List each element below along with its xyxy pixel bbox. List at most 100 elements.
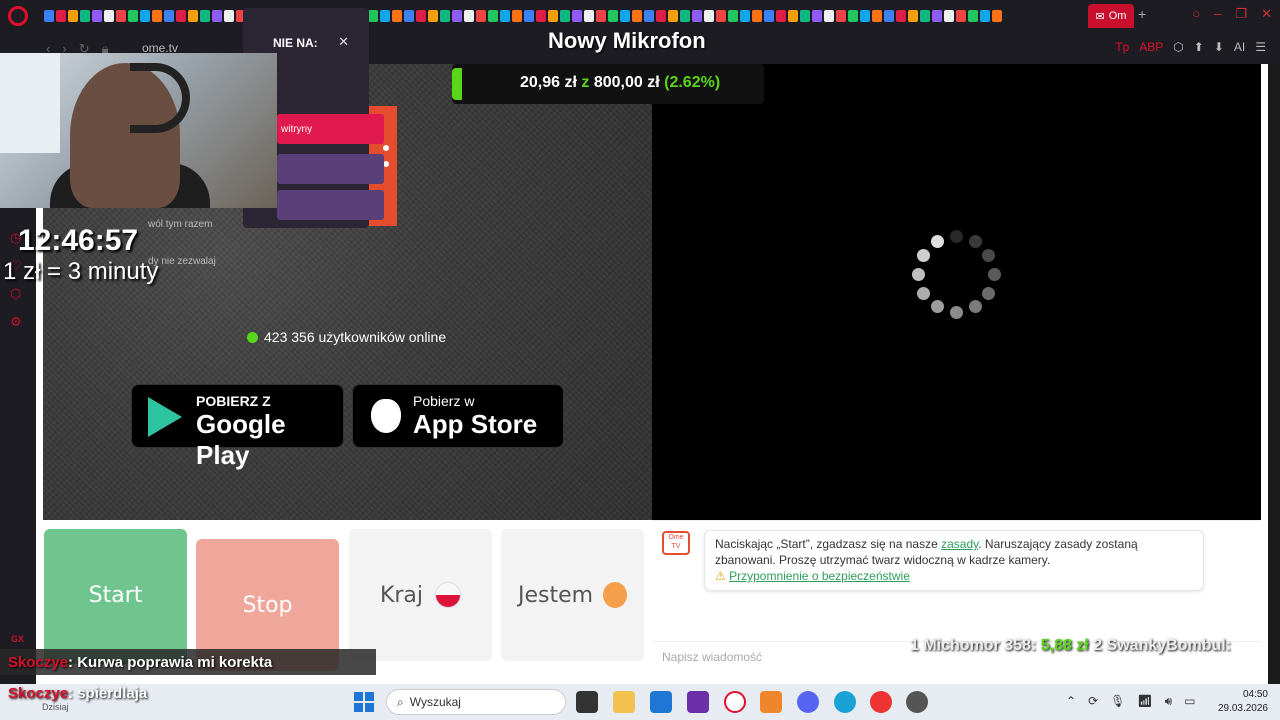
pinned-tab-icon[interactable] xyxy=(116,10,126,22)
extensions-icon[interactable]: ⬡ xyxy=(1173,40,1183,54)
pinned-tab-icon[interactable] xyxy=(560,10,570,22)
pinned-tab-icon[interactable] xyxy=(980,10,990,22)
app-store-button[interactable]: Pobierz w App Store xyxy=(352,384,564,448)
pinned-tab-icon[interactable] xyxy=(620,10,630,22)
search-tabs-icon[interactable]: ○ xyxy=(1192,6,1200,22)
pinned-tab-icon[interactable] xyxy=(212,10,222,22)
pinned-tab-icon[interactable] xyxy=(668,10,678,22)
pinned-tab-icon[interactable] xyxy=(812,10,822,22)
wifi-icon[interactable]: 📶︎ xyxy=(1137,694,1152,709)
safety-reminder-link[interactable]: Przypomnienie o bezpieczeństwie xyxy=(729,569,910,583)
taskbar-clock[interactable]: 04:50 29.03.2026 xyxy=(1218,688,1268,716)
pinned-tab-icon[interactable] xyxy=(416,10,426,22)
pinned-tab-icon[interactable] xyxy=(824,10,834,22)
pinned-tab-icon[interactable] xyxy=(68,10,78,22)
start-button[interactable]: Start xyxy=(44,529,187,661)
extension-tp-icon[interactable]: Tp xyxy=(1115,40,1129,54)
minimize-button[interactable]: – xyxy=(1214,6,1221,22)
pinned-tab-icon[interactable] xyxy=(932,10,942,22)
pinned-tab-icon[interactable] xyxy=(452,10,462,22)
pinned-tab-icon[interactable] xyxy=(608,10,618,22)
pinned-tab-icon[interactable] xyxy=(584,10,594,22)
pinned-tab-icon[interactable] xyxy=(956,10,966,22)
google-play-button[interactable]: POBIERZ Z Google Play xyxy=(131,384,344,470)
pinned-tab-icon[interactable] xyxy=(788,10,798,22)
pinned-tab-icon[interactable] xyxy=(428,10,438,22)
tray-chevron-icon[interactable]: ⌃ xyxy=(1066,694,1076,709)
country-button[interactable]: Kraj xyxy=(349,529,492,661)
close-button[interactable]: ✕ xyxy=(1261,6,1272,22)
pinned-tab-icon[interactable] xyxy=(128,10,138,22)
pinned-tab-icon[interactable] xyxy=(548,10,558,22)
tray-sync-icon[interactable]: ⟳ xyxy=(1088,694,1098,709)
pinned-tab-icon[interactable] xyxy=(92,10,102,22)
download-icon[interactable]: ⬇ xyxy=(1214,40,1224,54)
permission-close-icon[interactable]: ✕ xyxy=(338,34,349,50)
battery-icon[interactable]: ▭ xyxy=(1184,694,1195,709)
pinned-tab-icon[interactable] xyxy=(752,10,762,22)
task-view-icon[interactable] xyxy=(576,691,598,713)
pinned-tab-icon[interactable] xyxy=(188,10,198,22)
pinned-tab-icon[interactable] xyxy=(944,10,954,22)
taskbar-search[interactable]: ⌕ Wyszukaj xyxy=(386,689,566,715)
xampp-icon[interactable] xyxy=(760,691,782,713)
pinned-tab-icon[interactable] xyxy=(764,10,774,22)
pinned-tab-icon[interactable] xyxy=(692,10,702,22)
settings-icon[interactable]: ⚙ xyxy=(10,314,26,330)
volume-icon[interactable]: 🔊︎ xyxy=(1165,694,1173,709)
pinned-tab-icon[interactable] xyxy=(596,10,606,22)
pinned-tab-icon[interactable] xyxy=(404,10,414,22)
adblock-icon[interactable]: ABP xyxy=(1139,40,1163,54)
pinned-tab-icon[interactable] xyxy=(716,10,726,22)
pinned-tab-icon[interactable] xyxy=(380,10,390,22)
pinned-tab-icon[interactable] xyxy=(728,10,738,22)
rules-link[interactable]: zasady xyxy=(941,537,978,551)
pinned-tab-icon[interactable] xyxy=(392,10,402,22)
pinned-tab-icon[interactable] xyxy=(524,10,534,22)
pinned-tab-icon[interactable] xyxy=(776,10,786,22)
pinned-tab-icon[interactable] xyxy=(704,10,714,22)
pinned-tab-icon[interactable] xyxy=(908,10,918,22)
settings-taskbar-icon[interactable] xyxy=(906,691,928,713)
pinned-tab-icon[interactable] xyxy=(872,10,882,22)
pinned-tab-icon[interactable] xyxy=(488,10,498,22)
pinned-tab-icon[interactable] xyxy=(896,10,906,22)
pinned-tab-icon[interactable] xyxy=(992,10,1002,22)
pinned-tab-icon[interactable] xyxy=(476,10,486,22)
pinned-tab-icon[interactable] xyxy=(224,10,234,22)
extension-side-icon[interactable]: ⬡ xyxy=(10,286,26,302)
pinned-tab-icon[interactable] xyxy=(536,10,546,22)
pinned-tab-icon[interactable] xyxy=(680,10,690,22)
pinned-tab-icon[interactable] xyxy=(800,10,810,22)
edge-icon[interactable] xyxy=(834,691,856,713)
pinned-tab-icon[interactable] xyxy=(44,10,54,22)
menu-icon[interactable]: ☰ xyxy=(1255,40,1266,54)
pinned-tab-icon[interactable] xyxy=(140,10,150,22)
pinned-tab-icon[interactable] xyxy=(56,10,66,22)
pinned-tab-icon[interactable] xyxy=(368,10,378,22)
pinned-tab-icon[interactable] xyxy=(836,10,846,22)
store-app-icon[interactable] xyxy=(650,691,672,713)
allow-site-button[interactable]: witryny xyxy=(277,114,384,144)
pinned-tab-icon[interactable] xyxy=(200,10,210,22)
pinned-tab-icon[interactable] xyxy=(176,10,186,22)
pinned-tab-icon[interactable] xyxy=(968,10,978,22)
pinned-tab-icon[interactable] xyxy=(644,10,654,22)
pinned-tab-icon[interactable] xyxy=(920,10,930,22)
discord-icon[interactable] xyxy=(797,691,819,713)
pinned-tab-icon[interactable] xyxy=(884,10,894,22)
new-tab-button[interactable]: + xyxy=(1138,6,1146,22)
pinned-tab-icon[interactable] xyxy=(848,10,858,22)
maximize-button[interactable]: ❐ xyxy=(1235,6,1247,22)
pinned-tab-icon[interactable] xyxy=(164,10,174,22)
opera-logo-icon[interactable] xyxy=(8,6,28,26)
pinned-tab-icon[interactable] xyxy=(632,10,642,22)
pinned-tab-icon[interactable] xyxy=(656,10,666,22)
active-tab[interactable]: ✉ Om xyxy=(1088,4,1134,28)
profile-icon[interactable]: ⬆ xyxy=(1194,40,1204,54)
pinned-tab-icon[interactable] xyxy=(104,10,114,22)
gender-button[interactable]: Jestem xyxy=(501,529,644,661)
pinned-tab-icon[interactable] xyxy=(152,10,162,22)
pinned-tab-icon[interactable] xyxy=(572,10,582,22)
ai-icon[interactable]: AI xyxy=(1234,40,1245,54)
